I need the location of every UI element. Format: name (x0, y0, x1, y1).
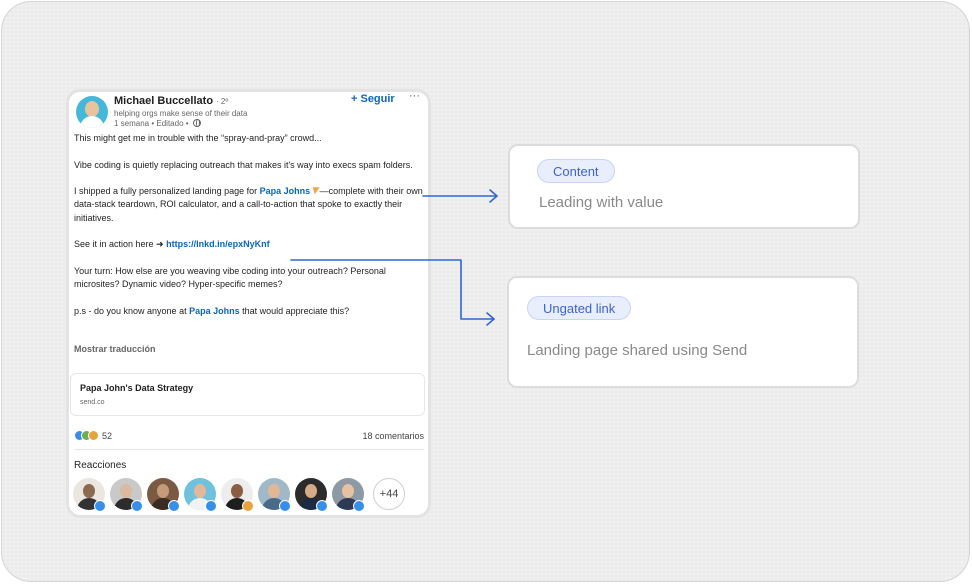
post-line-4: See it in action here ➜ https://lnkd.in/… (74, 238, 424, 251)
reaction-count[interactable]: 52 (102, 431, 112, 441)
connection-degree: · 2º (216, 97, 229, 106)
pizza-icon (312, 187, 320, 195)
like-badge-icon (94, 500, 106, 512)
annotation-text: Landing page shared using Send (527, 342, 748, 359)
insightful-badge-icon (242, 500, 254, 512)
comments-count[interactable]: 18 comentarios (362, 431, 424, 441)
post-meta: 1 semana • Editado • (114, 119, 201, 128)
post-line-3-text: I shipped a fully personalized landing p… (74, 186, 260, 197)
author-headline: helping orgs make sense of their data (114, 109, 248, 118)
company-mention-link[interactable]: Papa Johns (260, 186, 311, 196)
like-badge-icon (205, 500, 217, 512)
reactor-avatars: +44 (73, 478, 428, 514)
preview-domain: send.co (80, 399, 105, 406)
post-line-6: p.s - do you know anyone at Papa Johns t… (74, 305, 424, 318)
annotation-tag: Content (537, 159, 615, 183)
reaction-icons[interactable] (74, 430, 102, 442)
author-name-text[interactable]: Michael Buccellato (114, 95, 213, 107)
post-line-5: Your turn: How else are you weaving vibe… (74, 265, 386, 290)
annotation-ungated-link-card: Ungated link Landing page shared using S… (507, 276, 859, 388)
post-line-4-text: See it in action here ➜ (74, 239, 167, 250)
more-options-icon[interactable]: ··· (409, 92, 420, 102)
annotation-text: Leading with value (539, 194, 664, 211)
linkedin-post-card: Michael Buccellato · 2º helping orgs make… (66, 89, 431, 518)
like-badge-icon (316, 500, 328, 512)
like-badge-icon (131, 500, 143, 512)
divider (74, 449, 424, 450)
post-meta-text: 1 semana • Editado • (114, 119, 189, 128)
insightful-reaction-icon (88, 430, 99, 441)
post-line-3: I shipped a fully personalized landing p… (74, 185, 424, 225)
company-mention-link-2[interactable]: Papa Johns (189, 306, 240, 316)
like-badge-icon (353, 500, 365, 512)
more-reactors-button[interactable]: +44 (373, 478, 405, 510)
social-counts: 52 18 comentarios (74, 430, 424, 444)
author-name[interactable]: Michael Buccellato · 2º (114, 95, 228, 107)
link-preview-card[interactable]: Papa John's Data Strategy send.co (70, 373, 425, 416)
post-line-2: Vibe coding is quietly replacing outreac… (74, 159, 413, 170)
reactions-heading: Reacciones (74, 460, 127, 471)
landing-page-link[interactable]: https://lnkd.in/epxNyKnf (166, 239, 270, 249)
annotation-content-card: Content Leading with value (508, 144, 860, 229)
globe-icon (192, 119, 201, 127)
post-body: This might get me in trouble with the “s… (74, 132, 424, 331)
author-avatar[interactable] (76, 96, 108, 128)
post-line-6-rest: that would appreciate this? (239, 305, 350, 316)
post-line-1: This might get me in trouble with the “s… (74, 133, 322, 143)
post-line-6-text: p.s - do you know anyone at (74, 305, 190, 316)
annotation-tag: Ungated link (527, 296, 632, 320)
show-translation-link[interactable]: Mostrar traducción (74, 344, 156, 354)
like-badge-icon (279, 500, 291, 512)
preview-title: Papa John's Data Strategy (80, 383, 194, 393)
follow-button[interactable]: + Seguir (351, 93, 395, 105)
like-badge-icon (168, 500, 180, 512)
